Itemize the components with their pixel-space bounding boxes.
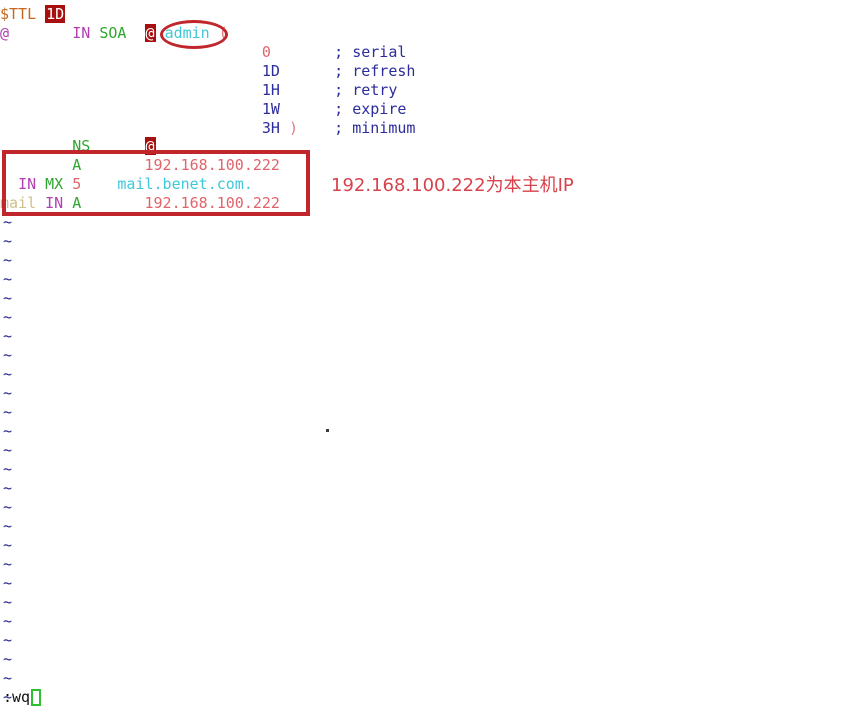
filler-tilde: ~	[3, 213, 13, 231]
line-retry: 1H ; retry	[0, 81, 397, 100]
filler-tilde: ~	[3, 631, 13, 649]
token: ; expire	[334, 100, 407, 118]
vim-editor-window[interactable]: $TTL 1D @ IN SOA @ admin ( 0 ; serial 1D …	[0, 0, 841, 722]
filler-tilde: ~	[3, 327, 13, 345]
token: ; minimum	[334, 119, 416, 137]
token: MX	[45, 175, 73, 193]
token: 1D	[45, 5, 66, 23]
filler-tilde: ~	[3, 460, 13, 478]
line-minimum: 3H ) ; minimum	[0, 119, 416, 138]
filler-tilde: ~	[3, 574, 13, 592]
token: A	[72, 194, 82, 212]
token: ; refresh	[334, 62, 416, 80]
token: 192.168.100.222	[144, 194, 280, 212]
filler-tilde: ~	[3, 517, 13, 535]
token: 3H	[261, 119, 289, 137]
line-serial: 0 ; serial	[0, 43, 407, 62]
line-expire: 1W ; expire	[0, 100, 407, 119]
filler-tilde: ~	[3, 308, 13, 326]
filler-tilde: ~	[3, 384, 13, 402]
filler-tilde: ~	[3, 536, 13, 554]
line-soa: @ IN SOA @ admin (	[0, 24, 228, 43]
filler-tilde: ~	[3, 441, 13, 459]
token: 1D	[261, 62, 280, 80]
vim-command-line[interactable]: :wq	[3, 688, 42, 707]
line-a-1: A 192.168.100.222	[0, 156, 280, 175]
token: ; retry	[334, 81, 398, 99]
line-mx: IN MX 5 mail.benet.com.	[0, 175, 253, 194]
line-a-2: mail IN A 192.168.100.222	[0, 194, 280, 213]
token: @	[144, 24, 156, 42]
token: NS	[72, 137, 91, 155]
text-cursor	[31, 689, 42, 706]
line-refresh: 1D ; refresh	[0, 62, 416, 81]
filler-tilde: ~	[3, 251, 13, 269]
token: 1H	[261, 81, 280, 99]
filler-tilde: ~	[3, 498, 13, 516]
token: mail.benet.com.	[117, 175, 253, 193]
line-ttl: $TTL 1D	[0, 5, 66, 24]
token: IN	[45, 194, 73, 212]
filler-tilde: ~	[3, 232, 13, 250]
token: mail	[0, 194, 37, 212]
token: A	[72, 156, 82, 174]
token: )	[289, 119, 299, 137]
command-text: :wq	[3, 688, 31, 706]
screen-speck	[326, 429, 329, 432]
filler-tilde: ~	[3, 270, 13, 288]
token: admin	[164, 24, 210, 42]
token: (	[209, 24, 228, 42]
filler-tilde: ~	[3, 555, 13, 573]
filler-tilde: ~	[3, 422, 13, 440]
filler-tilde: ~	[3, 593, 13, 611]
token: 1W	[261, 100, 280, 118]
token: IN	[72, 24, 100, 42]
line-ns: NS @	[0, 137, 156, 156]
filler-tilde: ~	[3, 479, 13, 497]
token: 192.168.100.222	[144, 156, 280, 174]
token: $TTL	[0, 5, 46, 23]
token: @	[0, 24, 10, 42]
filler-tilde: ~	[3, 650, 13, 668]
filler-tilde: ~	[3, 612, 13, 630]
filler-tilde: ~	[3, 365, 13, 383]
token: IN	[18, 175, 46, 193]
filler-tilde: ~	[3, 346, 13, 364]
annotation-note-text: 192.168.100.222为本主机IP	[331, 175, 574, 196]
token: SOA	[99, 24, 127, 42]
token: 0	[261, 43, 271, 61]
token: ; serial	[334, 43, 407, 61]
token: @	[144, 137, 156, 155]
filler-tilde: ~	[3, 289, 13, 307]
filler-tilde: ~	[3, 403, 13, 421]
token: 5	[72, 175, 82, 193]
filler-tilde: ~	[3, 669, 13, 687]
